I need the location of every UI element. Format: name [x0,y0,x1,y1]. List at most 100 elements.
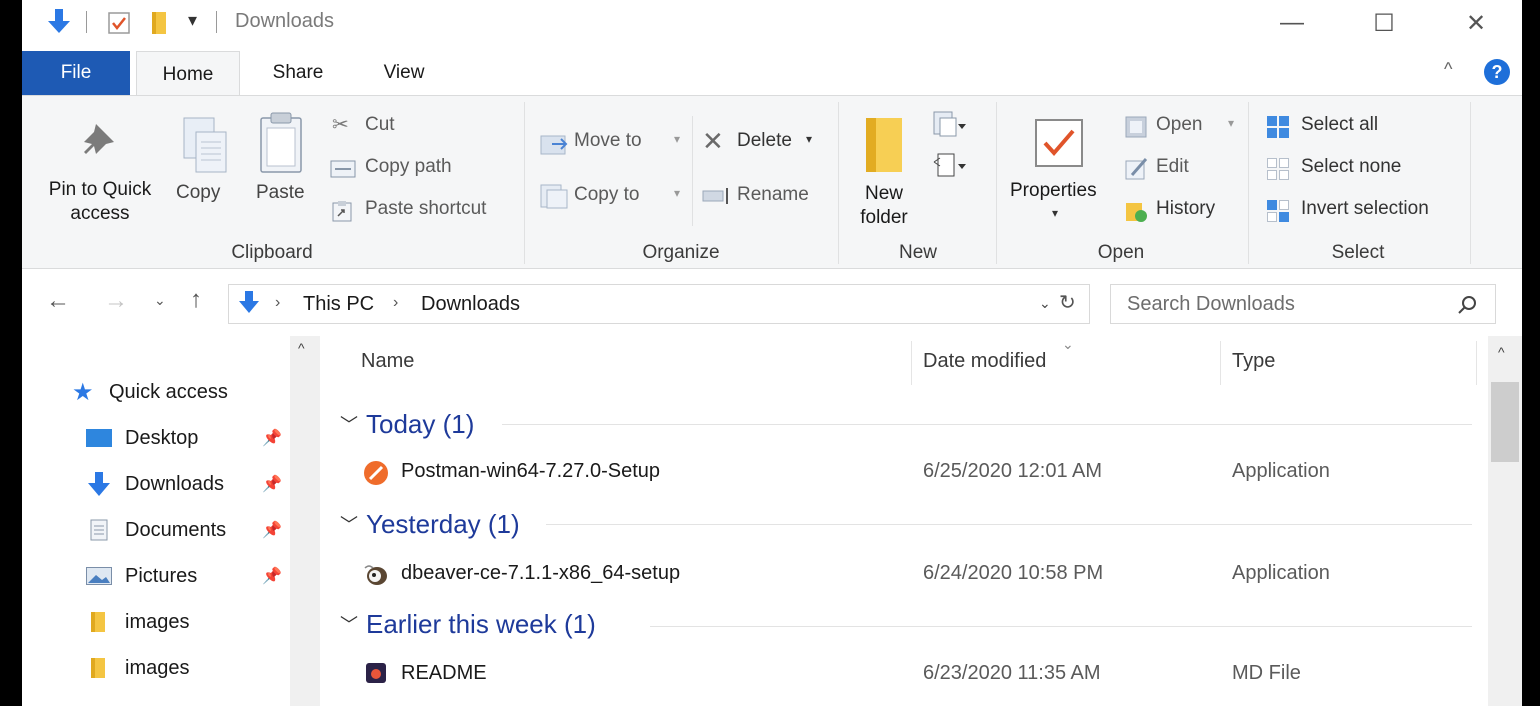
titlebar-separator [216,11,217,33]
cut-label: Cut [365,114,395,135]
column-header-name[interactable]: Name [361,350,414,373]
search-input[interactable]: Search Downloads [1127,293,1295,316]
scroll-up-icon[interactable]: ^ [298,340,305,356]
group-title: Yesterday (1) [366,508,520,539]
search-icon[interactable] [1457,295,1477,315]
address-bar[interactable]: › This PC › Downloads ⌄ ↻ [228,284,1090,324]
paste-shortcut-button[interactable]: Paste shortcut [328,196,528,226]
nav-pane-scrollbar[interactable]: ^ [290,336,320,706]
history-label: History [1156,198,1216,219]
breadcrumb-separator-icon[interactable]: › [275,294,280,312]
delete-label: Delete [737,130,792,151]
refresh-icon[interactable]: ↻ [1059,290,1076,315]
copy-button[interactable]: Copy [174,100,238,236]
nav-folder-images[interactable]: images [22,646,292,690]
group-header-today[interactable]: ﹀ Today (1) [340,404,474,444]
new-item-button[interactable] [932,110,982,142]
nav-documents[interactable]: Documents 📌 [22,508,292,552]
nav-pictures[interactable]: Pictures 📌 [22,554,292,598]
nav-label: Documents [125,518,227,541]
tab-view[interactable]: View [368,51,440,95]
scroll-up-icon[interactable]: ^ [1498,344,1505,360]
edit-button[interactable]: Edit [1122,154,1242,184]
ribbon-tabs: File Home Share View ^ ? [22,51,1522,97]
nav-quick-access[interactable]: ★ Quick access [22,370,292,414]
search-box[interactable]: Search Downloads [1110,284,1496,324]
invert-selection-icon [1267,200,1289,222]
file-row[interactable]: dbeaver-ce-7.1.1-x86_64-setup 6/24/2020 … [320,554,1480,594]
move-to-button[interactable]: Move to ▾ [538,126,688,158]
nav-label: Downloads [125,472,224,495]
rename-button[interactable]: Rename [700,180,830,212]
copy-path-button[interactable]: Copy path [328,154,528,184]
new-folder-icon [866,118,902,172]
copy-path-icon [330,160,356,178]
select-all-button[interactable]: Select all [1264,112,1464,142]
address-dropdown-icon[interactable]: ⌄ [1039,295,1051,312]
forward-arrow-icon[interactable]: → [104,287,128,315]
nav-label: Pictures [125,564,198,587]
pin-icon: 📌 [262,430,282,447]
clipboard-group-label: Clipboard [231,242,313,263]
select-none-label: Select none [1301,156,1402,177]
nav-downloads[interactable]: Downloads 📌 [22,462,292,506]
invert-selection-button[interactable]: Invert selection [1264,196,1474,226]
nav-desktop[interactable]: Desktop 📌 [22,416,292,460]
open-group-label: Open [1097,242,1145,263]
column-header-date-modified[interactable]: Date modified [923,350,1046,373]
tab-file[interactable]: File [22,51,130,95]
tab-home[interactable]: Home [136,51,240,97]
history-button[interactable]: History [1122,196,1242,226]
cut-button[interactable]: ✂ Cut [328,112,528,142]
new-folder-button[interactable]: New folder [844,100,924,236]
close-icon: ✕ [1465,9,1487,37]
scrollbar-thumb[interactable] [1491,382,1519,462]
column-separator[interactable] [1220,341,1221,385]
back-arrow-icon[interactable]: ← [46,287,70,315]
breadcrumb-this-pc[interactable]: This PC [303,293,374,316]
group-divider [546,524,1472,525]
column-separator[interactable] [1476,341,1477,385]
pin-to-quick-access-button[interactable]: Pin to Quick access [26,100,174,236]
paste-button[interactable]: Paste [248,100,318,236]
nav-folder-images[interactable]: images [22,600,292,644]
close-button[interactable]: ✕ [1430,0,1522,46]
up-arrow-icon[interactable]: ↑ [190,286,202,314]
postman-app-icon [364,461,388,485]
copy-to-button[interactable]: Copy to ▾ [538,180,688,212]
new-folder-quick-icon[interactable] [150,10,168,36]
properties-quick-icon[interactable] [108,12,130,34]
minimize-icon: — [1280,9,1304,36]
file-row[interactable]: Postman-win64-7.27.0-Setup 6/25/2020 12:… [320,452,1480,492]
group-header-earlier-this-week[interactable]: ﹀ Earlier this week (1) [340,604,596,644]
properties-dropdown-icon: ▾ [1052,206,1059,220]
copy-icon [183,117,227,173]
file-list: Name ⌄ Date modified Type ﹀ Today (1) Po… [320,336,1522,706]
properties-button[interactable]: Properties ▾ [1006,100,1110,236]
open-label: Open [1156,114,1203,135]
file-row[interactable]: README 6/23/2020 11:35 AM MD File [320,654,1480,694]
breadcrumb-separator-icon[interactable]: › [393,294,398,312]
breadcrumb-downloads[interactable]: Downloads [421,293,520,316]
group-separator [524,102,525,264]
group-header-yesterday[interactable]: ﹀ Yesterday (1) [340,504,520,544]
open-button[interactable]: Open ▾ [1122,112,1242,142]
easy-access-button[interactable] [932,150,982,182]
recent-locations-chevron-icon[interactable]: ⌄ [154,292,166,309]
copy-to-icon [540,184,568,209]
select-none-button[interactable]: Select none [1264,154,1464,184]
download-arrow-icon[interactable] [48,9,70,35]
maximize-button[interactable]: ☐ [1338,0,1430,46]
nav-label: images [125,656,190,679]
paste-shortcut-label: Paste shortcut [365,198,487,219]
tab-share[interactable]: Share [256,51,340,95]
collapse-ribbon-icon[interactable]: ^ [1444,59,1452,80]
file-type: Application [1232,562,1330,584]
select-all-label: Select all [1301,114,1379,135]
delete-button[interactable]: ✕ Delete ▾ [700,126,830,158]
help-icon[interactable]: ? [1484,59,1510,85]
quick-access-toolbar-dropdown-icon[interactable]: ▾ [188,10,197,31]
minimize-button[interactable]: — [1246,0,1338,46]
column-separator[interactable] [911,341,912,385]
column-header-type[interactable]: Type [1232,350,1275,373]
